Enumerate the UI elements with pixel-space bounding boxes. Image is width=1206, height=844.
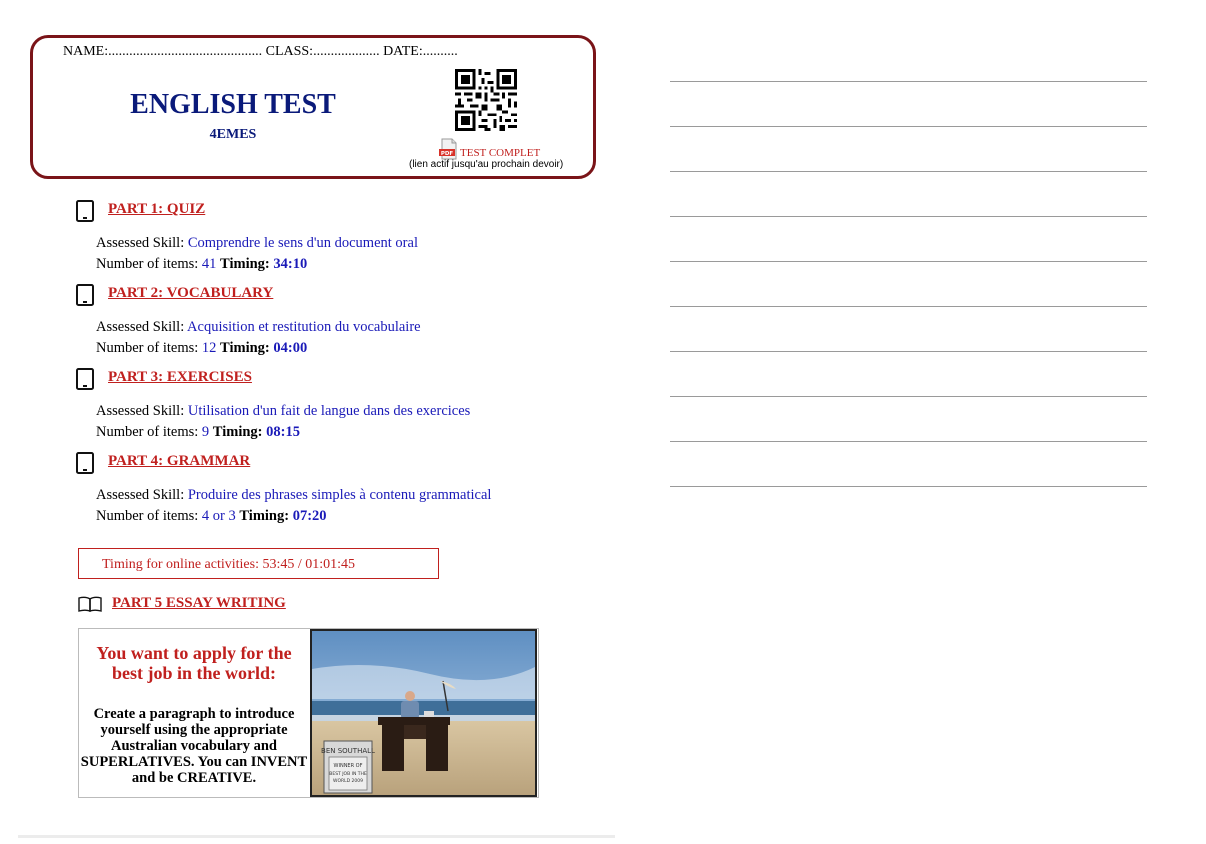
timing-summary-box: Timing for online activities: 53:45 / 01… — [78, 548, 439, 579]
skill-value: Produire des phrases simples à contenu g… — [187, 487, 492, 503]
pdf-link-note: (lien actif jusqu'au prochain devoir) — [409, 159, 564, 170]
items-value: 9 — [201, 424, 210, 440]
tablet-icon — [76, 284, 94, 306]
writing-line — [670, 486, 1147, 487]
timing-value: 34:10 — [273, 256, 308, 272]
part-2-title: PART 2: VOCABULARY — [108, 285, 274, 301]
timing-label: Timing: — [220, 340, 274, 356]
tablet-icon — [76, 368, 94, 390]
skill-value: Acquisition et restitution du vocabulair… — [187, 319, 421, 335]
writing-line — [670, 396, 1147, 397]
part-1-items: Number of items: 41 Timing: 34:10 — [96, 256, 307, 273]
writing-line — [670, 171, 1147, 172]
part-3-heading: PART 3: EXERCISES — [76, 368, 596, 392]
part-3-title: PART 3: EXERCISES — [108, 369, 252, 385]
part-4-title: PART 4: GRAMMAR — [108, 453, 251, 469]
timing-label: Timing: — [239, 508, 293, 524]
beach-desk-photo: BEN SOUTHALL WINNER OF BEST JOB IN THE W… — [310, 629, 537, 797]
photo-sign-line3: WORLD 2009 — [333, 778, 363, 784]
part-5-title: PART 5 ESSAY WRITING — [112, 595, 286, 611]
part-1-title: PART 1: QUIZ — [108, 201, 206, 217]
part-4-heading: PART 4: GRAMMAR — [76, 452, 596, 476]
part-4-skill: Assessed Skill: Produire des phrases sim… — [96, 487, 491, 504]
writing-line — [670, 441, 1147, 442]
test-complet-link[interactable]: TEST COMPLET — [460, 147, 540, 159]
page-bottom-rule — [18, 835, 615, 838]
writing-line — [670, 126, 1147, 127]
part-2-skill: Assessed Skill: Acquisition et restituti… — [96, 319, 421, 336]
timing-value: 04:00 — [273, 340, 308, 356]
tablet-icon — [76, 200, 94, 222]
photo-sign-line2: BEST JOB IN THE — [329, 771, 367, 777]
test-level: 4EMES — [209, 127, 257, 142]
writing-line — [670, 216, 1147, 217]
skill-label: Assessed Skill: — [96, 403, 188, 419]
pdf-icon-label: PDF — [441, 151, 454, 157]
pdf-file-icon[interactable]: PDF — [439, 138, 459, 160]
part-4-items: Number of items: 4 or 3 Timing: 07:20 — [96, 508, 327, 525]
part-1-skill: Assessed Skill: Comprendre le sens d'un … — [96, 235, 418, 252]
timing-summary: Timing for online activities: 53:45 / 01… — [102, 557, 356, 572]
open-book-icon — [78, 596, 102, 612]
essay-headline: You want to apply for the best job in th… — [96, 643, 292, 683]
skill-value: Comprendre le sens d'un document oral — [187, 235, 418, 251]
part-1-section: PART 1: QUIZ Assessed Skill: Comprendre … — [76, 200, 596, 272]
part-2-items: Number of items: 12 Timing: 04:00 — [96, 340, 307, 357]
items-label: Number of items: — [96, 424, 202, 440]
part-2-section: PART 2: VOCABULARY Assessed Skill: Acqui… — [76, 284, 596, 356]
skill-label: Assessed Skill: — [96, 319, 188, 335]
writing-line — [670, 81, 1147, 82]
items-value: 4 or 3 — [201, 508, 236, 524]
part-2-heading: PART 2: VOCABULARY — [76, 284, 596, 308]
name-class-date-line: NAME:...................................… — [63, 44, 458, 59]
part-3-skill: Assessed Skill: Utilisation d'un fait de… — [96, 403, 470, 420]
test-title: ENGLISH TEST — [130, 89, 336, 120]
part-4-section: PART 4: GRAMMAR Assessed Skill: Produire… — [76, 452, 596, 524]
items-label: Number of items: — [96, 256, 202, 272]
essay-instructions: Create a paragraph to introduce yourself… — [80, 706, 308, 786]
essay-box: You want to apply for the best job in th… — [78, 628, 539, 798]
photo-sign-line1: WINNER OF — [334, 763, 363, 769]
writing-line — [670, 261, 1147, 262]
items-label: Number of items: — [96, 340, 202, 356]
writing-line — [670, 306, 1147, 307]
timing-label: Timing: — [212, 424, 267, 440]
skill-label: Assessed Skill: — [96, 235, 188, 251]
timing-label: Timing: — [220, 256, 274, 272]
header-box: NAME:...................................… — [30, 35, 596, 179]
part-1-heading: PART 1: QUIZ — [76, 200, 596, 224]
writing-line — [670, 351, 1147, 352]
tablet-icon — [76, 452, 94, 474]
skill-value: Utilisation d'un fait de langue dans des… — [187, 403, 471, 419]
timing-value: 07:20 — [292, 508, 327, 524]
timing-value: 08:15 — [266, 424, 300, 440]
items-label: Number of items: — [96, 508, 202, 524]
photo-sign-name: BEN SOUTHALL — [321, 747, 375, 755]
items-value: 41 — [201, 256, 217, 272]
part-3-section: PART 3: EXERCISES Assessed Skill: Utilis… — [76, 368, 596, 440]
part-3-items: Number of items: 9 Timing: 08:15 — [96, 424, 300, 441]
items-value: 12 — [201, 340, 217, 356]
qr-code-icon[interactable] — [455, 69, 517, 131]
skill-label: Assessed Skill: — [96, 487, 188, 503]
